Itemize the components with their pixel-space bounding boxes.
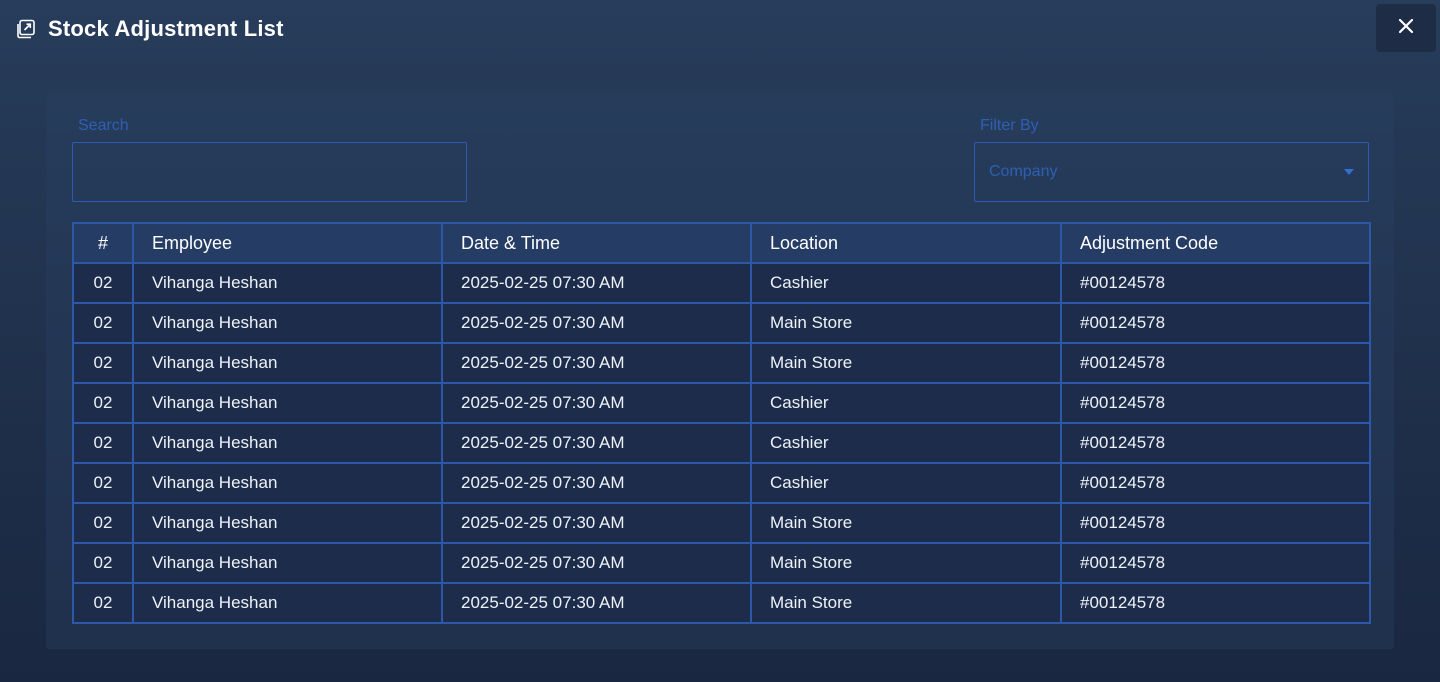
cell-location: Main Store [750, 502, 1062, 544]
cell-location: Main Store [750, 342, 1062, 384]
column-header-number: # [72, 222, 134, 264]
cell-date-time: 2025-02-25 07:30 AM [441, 262, 752, 304]
table-row[interactable]: 02 Vihanga Heshan 2025-02-25 07:30 AM Main … [72, 302, 1371, 344]
cell-adjustment-code: #00124578 [1060, 262, 1371, 304]
cell-adjustment-code: #00124578 [1060, 582, 1371, 624]
cell-employee: Vihanga Heshan [132, 582, 443, 624]
column-header-adjustment-code: Adjustment Code [1060, 222, 1371, 264]
caret-down-icon [1344, 169, 1354, 175]
column-header-date-time: Date & Time [441, 222, 752, 264]
cell-adjustment-code: #00124578 [1060, 422, 1371, 464]
cell-employee: Vihanga Heshan [132, 262, 443, 304]
cell-date-time: 2025-02-25 07:30 AM [441, 462, 752, 504]
table-row[interactable]: 02 Vihanga Heshan 2025-02-25 07:30 AM Cashi… [72, 382, 1371, 424]
cell-adjustment-code: #00124578 [1060, 382, 1371, 424]
cell-date-time: 2025-02-25 07:30 AM [441, 302, 752, 344]
cell-employee: Vihanga Heshan [132, 302, 443, 344]
cell-date-time: 2025-02-25 07:30 AM [441, 382, 752, 424]
table-row[interactable]: 02 Vihanga Heshan 2025-02-25 07:30 AM Main … [72, 582, 1371, 624]
cell-location: Cashier [750, 462, 1062, 504]
table-row[interactable]: 02 Vihanga Heshan 2025-02-25 07:30 AM Main … [72, 502, 1371, 544]
cell-location: Main Store [750, 302, 1062, 344]
table-row[interactable]: 02 Vihanga Heshan 2025-02-25 07:30 AM Main … [72, 342, 1371, 384]
filter-label: Filter By [980, 117, 1039, 134]
column-header-location: Location [750, 222, 1062, 264]
cell-location: Main Store [750, 582, 1062, 624]
filter-selected-value: Company [989, 163, 1058, 180]
cell-employee: Vihanga Heshan [132, 502, 443, 544]
page-title: Stock Adjustment List [48, 16, 284, 41]
search-label: Search [78, 117, 129, 134]
table-row[interactable]: 02 Vihanga Heshan 2025-02-25 07:30 AM Cashi… [72, 422, 1371, 464]
cell-date-time: 2025-02-25 07:30 AM [441, 542, 752, 584]
cell-employee: Vihanga Heshan [132, 422, 443, 464]
cell-employee: Vihanga Heshan [132, 342, 443, 384]
cell-adjustment-code: #00124578 [1060, 502, 1371, 544]
title-bar: Stock Adjustment List [0, 0, 1440, 60]
cell-number: 02 [72, 422, 134, 464]
cell-location: Cashier [750, 382, 1062, 424]
cell-number: 02 [72, 342, 134, 384]
cell-adjustment-code: #00124578 [1060, 542, 1371, 584]
cell-location: Cashier [750, 422, 1062, 464]
external-window-icon [16, 19, 36, 39]
close-button[interactable] [1376, 4, 1436, 52]
search-input[interactable] [72, 142, 467, 202]
cell-date-time: 2025-02-25 07:30 AM [441, 422, 752, 464]
cell-number: 02 [72, 382, 134, 424]
cell-date-time: 2025-02-25 07:30 AM [441, 342, 752, 384]
cell-number: 02 [72, 302, 134, 344]
stock-adjustment-table: # Employee Date & Time Location Adjustme… [72, 222, 1371, 624]
table-header-row: # Employee Date & Time Location Adjustme… [72, 222, 1371, 264]
cell-employee: Vihanga Heshan [132, 542, 443, 584]
cell-number: 02 [72, 582, 134, 624]
cell-date-time: 2025-02-25 07:30 AM [441, 582, 752, 624]
table-row[interactable]: 02 Vihanga Heshan 2025-02-25 07:30 AM Cashi… [72, 262, 1371, 304]
column-header-employee: Employee [132, 222, 443, 264]
filter-by-select[interactable]: Company [974, 142, 1369, 202]
cell-number: 02 [72, 462, 134, 504]
cell-adjustment-code: #00124578 [1060, 302, 1371, 344]
table-row[interactable]: 02 Vihanga Heshan 2025-02-25 07:30 AM Cashi… [72, 462, 1371, 504]
table-row[interactable]: 02 Vihanga Heshan 2025-02-25 07:30 AM Main … [72, 542, 1371, 584]
cell-adjustment-code: #00124578 [1060, 462, 1371, 504]
cell-number: 02 [72, 262, 134, 304]
cell-employee: Vihanga Heshan [132, 382, 443, 424]
cell-location: Main Store [750, 542, 1062, 584]
cell-location: Cashier [750, 262, 1062, 304]
cell-adjustment-code: #00124578 [1060, 342, 1371, 384]
close-x-icon [1398, 18, 1414, 39]
cell-number: 02 [72, 542, 134, 584]
cell-employee: Vihanga Heshan [132, 462, 443, 504]
cell-date-time: 2025-02-25 07:30 AM [441, 502, 752, 544]
cell-number: 02 [72, 502, 134, 544]
